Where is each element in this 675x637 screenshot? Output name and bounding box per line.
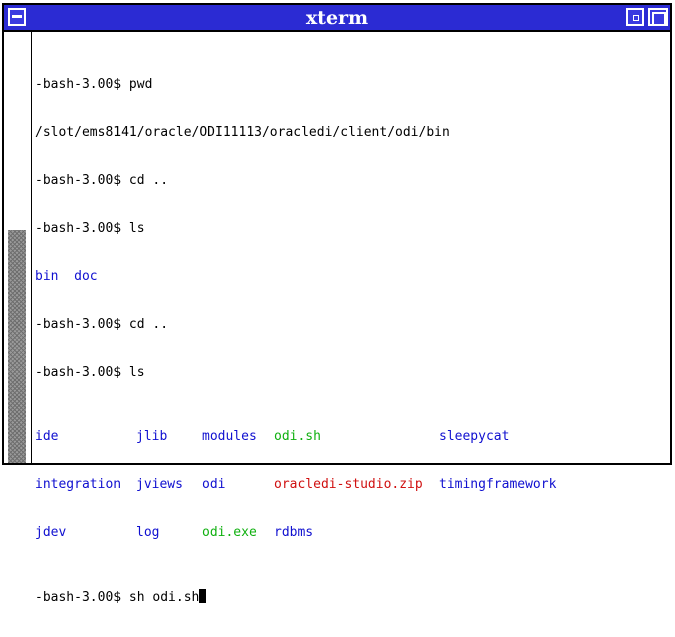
ls-entry-directory: modules [202,429,257,444]
ls-entry-directory: integration [35,477,122,492]
command: cd .. [128,173,169,188]
ls-entry-executable: odi.sh [274,429,321,444]
ls-entry-directory: sleepycat [439,429,510,444]
prompt: -bash-3.00$ [35,221,129,236]
ls-entry-directory: bin [35,269,59,284]
ls-row: jdev log odi.exe rdbms [35,525,665,541]
ls-row: ide jlib modules odi.sh sleepycat [35,429,665,445]
command-input[interactable]: sh odi.sh [129,590,199,605]
terminal-line: -bash-3.00$ ls [35,221,665,237]
ls-entry-archive: oracledi-studio.zip [274,477,423,492]
prompt: -bash-3.00$ [35,173,129,188]
minimize-button[interactable] [626,8,644,26]
title-bar[interactable]: xterm [4,5,670,32]
terminal-line: /slot/ems8141/oracle/ODI11113/oracledi/c… [35,125,665,141]
ls-entry-directory: doc [74,269,98,284]
text-cursor [199,589,207,603]
scrollbar[interactable] [4,32,32,463]
ls-entry-directory: timingframework [439,477,557,492]
terminal-line: bin doc [35,269,665,285]
ls-entry-directory: rdbms [274,525,314,540]
terminal-line: -bash-3.00$ cd .. [35,317,665,333]
terminal-line: -bash-3.00$ pwd [35,77,665,93]
prompt: -bash-3.00$ [35,77,129,92]
ls-row: integration jviews odi oracledi-studio.zip t… [35,477,665,493]
ls-entry-directory: log [136,525,160,540]
ls-entry-executable: odi.exe [202,525,257,540]
ls-entry-directory: odi [202,477,226,492]
prompt: -bash-3.00$ [35,365,129,380]
xterm-window: xterm -bash-3.00$ pwd /slot/ems8141/orac… [2,3,672,605]
ls-entry-directory: jdev [35,525,67,540]
terminal-line: -bash-3.00$ cd .. [35,173,665,189]
terminal-line-current: -bash-3.00$ sh odi.sh [35,589,665,605]
maximize-button[interactable] [648,8,668,26]
maximize-icon [652,12,666,26]
command: pwd [128,77,153,92]
scrollbar-thumb[interactable] [8,230,26,463]
window-title: xterm [305,7,369,29]
ls-entry-directory: jlib [136,429,168,444]
terminal-line: -bash-3.00$ ls [35,365,665,381]
prompt: -bash-3.00$ [35,590,129,605]
command-output: /slot/ems8141/oracle/ODI11113/oracledi/c… [35,125,450,140]
command: ls [128,365,145,380]
minimize-icon [633,15,639,21]
prompt: -bash-3.00$ [35,317,129,332]
command: ls [128,221,145,236]
command: cd .. [128,317,169,332]
ls-entry-directory: ide [35,429,59,444]
terminal-area[interactable]: -bash-3.00$ pwd /slot/ems8141/oracle/ODI… [35,32,665,605]
ls-entry-directory: jviews [136,477,183,492]
